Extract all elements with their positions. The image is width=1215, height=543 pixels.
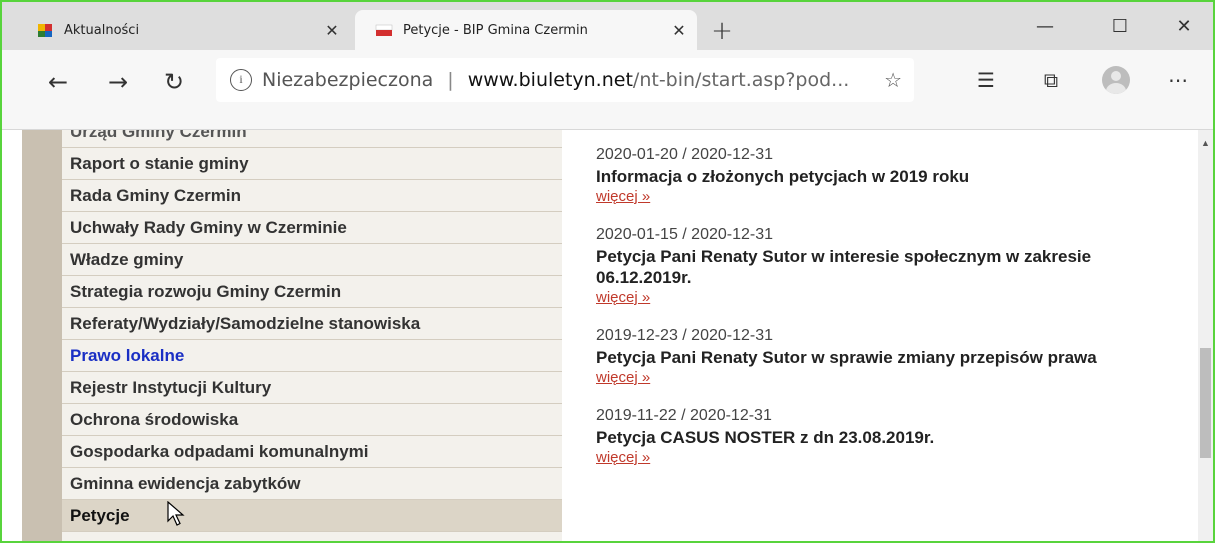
info-icon[interactable]: i bbox=[230, 69, 252, 91]
entry-date: 2020-01-20 / 2020-12-31 bbox=[596, 146, 774, 163]
address-path: /nt-bin/start.asp?pod... bbox=[632, 69, 850, 91]
mouse-cursor-icon bbox=[167, 501, 185, 526]
tab-aktualnosci[interactable]: Aktualności ✕ bbox=[16, 10, 350, 50]
more-options-icon[interactable]: ⋯ bbox=[1160, 62, 1196, 98]
tab-strip: Aktualności ✕ Petycje - BIP Gmina Czermi… bbox=[2, 2, 1213, 50]
sidebar-item-raport[interactable]: Raport o stanie gminy bbox=[62, 148, 562, 180]
entry-title: Petycja Pani Renaty Sutor w interesie sp… bbox=[596, 247, 1092, 266]
menu-decor-stripe bbox=[22, 130, 62, 541]
sidebar-item-prawo-lokalne[interactable]: Prawo lokalne bbox=[62, 340, 562, 372]
scroll-up-arrow-icon[interactable]: ▲ bbox=[1198, 138, 1213, 148]
forward-button[interactable]: → bbox=[100, 64, 136, 100]
maximize-button[interactable]: ☐ bbox=[1100, 12, 1140, 42]
close-tab-icon[interactable]: ✕ bbox=[667, 21, 691, 40]
entry-title: Petycja Pani Renaty Sutor w sprawie zmia… bbox=[596, 348, 1097, 367]
sidebar-item-strategia[interactable]: Strategia rozwoju Gminy Czermin bbox=[62, 276, 562, 308]
sidebar-item-gospodarka[interactable]: Gospodarka odpadami komunalnymi bbox=[62, 436, 562, 468]
entry-date: 2019-12-23 / 2020-12-31 bbox=[596, 327, 774, 344]
sidebar-item-ochrona[interactable]: Ochrona środowiska bbox=[62, 404, 562, 436]
avatar-head bbox=[1111, 71, 1121, 81]
security-label: Niezabezpieczona bbox=[262, 69, 434, 91]
browser-window: Aktualności ✕ Petycje - BIP Gmina Czermi… bbox=[0, 0, 1215, 543]
entry-title-line2: 06.12.2019r. bbox=[596, 268, 692, 287]
entry-title: Informacja o złożonych petycjach w 2019 … bbox=[596, 167, 970, 186]
tab-petycje[interactable]: Petycje - BIP Gmina Czermin ✕ bbox=[355, 10, 697, 50]
sidebar-item-rejestr[interactable]: Rejestr Instytucji Kultury bbox=[62, 372, 562, 404]
bip-flag-favicon-icon bbox=[375, 21, 393, 39]
close-window-button[interactable]: ✕ bbox=[1164, 12, 1204, 42]
sidebar-item-rada-gminy[interactable]: Rada Gminy Czermin bbox=[62, 180, 562, 212]
list-item: 2019-12-23 / 2020-12-31 Petycja Pani Ren… bbox=[596, 325, 1196, 388]
sidebar-item-urzad-gminy[interactable]: Urząd Gminy Czermin bbox=[62, 130, 562, 148]
scrollbar-thumb[interactable] bbox=[1200, 348, 1211, 458]
profile-avatar[interactable] bbox=[1102, 66, 1130, 94]
more-link[interactable]: więcej » bbox=[596, 187, 650, 207]
sidebar-item-uchwaly[interactable]: Uchwały Rady Gminy w Czerminie bbox=[62, 212, 562, 244]
entry-date: 2019-11-22 / 2020-12-31 bbox=[596, 407, 772, 424]
address-host: www.biuletyn.net bbox=[467, 69, 633, 91]
list-item: 2020-01-20 / 2020-12-31 Informacja o zło… bbox=[596, 144, 1196, 207]
close-tab-icon[interactable]: ✕ bbox=[320, 21, 344, 40]
minimize-button[interactable]: — bbox=[1025, 12, 1065, 42]
address-bar[interactable]: i Niezabezpieczona | www.biuletyn.net /n… bbox=[216, 58, 914, 102]
tab-title: Aktualności bbox=[64, 22, 140, 38]
petitions-list: 2020-01-20 / 2020-12-31 Informacja o zło… bbox=[596, 144, 1196, 485]
entry-date: 2020-01-15 / 2020-12-31 bbox=[596, 226, 774, 243]
add-favorite-icon[interactable]: ☆ bbox=[884, 68, 902, 92]
sidebar-item-referaty[interactable]: Referaty/Wydziały/Samodzielne stanowiska bbox=[62, 308, 562, 340]
address-separator: | bbox=[447, 69, 454, 91]
bip-favicon-icon bbox=[36, 21, 54, 39]
browser-toolbar: ← → ↻ i Niezabezpieczona | www.biuletyn.… bbox=[2, 50, 1213, 130]
vertical-scrollbar[interactable]: ▲ bbox=[1198, 130, 1213, 541]
sidebar-item-zabytki[interactable]: Gminna ewidencja zabytków bbox=[62, 468, 562, 500]
more-link[interactable]: więcej » bbox=[596, 368, 650, 388]
sidebar-item-petycje[interactable]: Petycje bbox=[62, 500, 562, 532]
list-item: 2020-01-15 / 2020-12-31 Petycja Pani Ren… bbox=[596, 224, 1196, 308]
sidebar-item-epuap[interactable]: ePUAP bbox=[62, 532, 562, 541]
list-item: 2019-11-22 / 2020-12-31 Petycja CASUS NO… bbox=[596, 405, 1196, 468]
favorites-icon[interactable]: ☰ bbox=[968, 62, 1004, 98]
collections-icon[interactable]: ⧉ bbox=[1033, 62, 1069, 98]
sidebar-item-wladze[interactable]: Władze gminy bbox=[62, 244, 562, 276]
tab-title: Petycje - BIP Gmina Czermin bbox=[403, 22, 588, 38]
more-link[interactable]: więcej » bbox=[596, 288, 650, 308]
page-content: Urząd Gminy Czermin Raport o stanie gmin… bbox=[2, 130, 1213, 541]
refresh-button[interactable]: ↻ bbox=[156, 64, 192, 100]
back-button[interactable]: ← bbox=[40, 64, 76, 100]
avatar-body bbox=[1106, 83, 1126, 94]
new-tab-button[interactable]: + bbox=[705, 16, 739, 46]
sidebar-menu: Urząd Gminy Czermin Raport o stanie gmin… bbox=[62, 130, 562, 541]
entry-title: Petycja CASUS NOSTER z dn 23.08.2019r. bbox=[596, 428, 935, 447]
more-link[interactable]: więcej » bbox=[596, 448, 650, 468]
